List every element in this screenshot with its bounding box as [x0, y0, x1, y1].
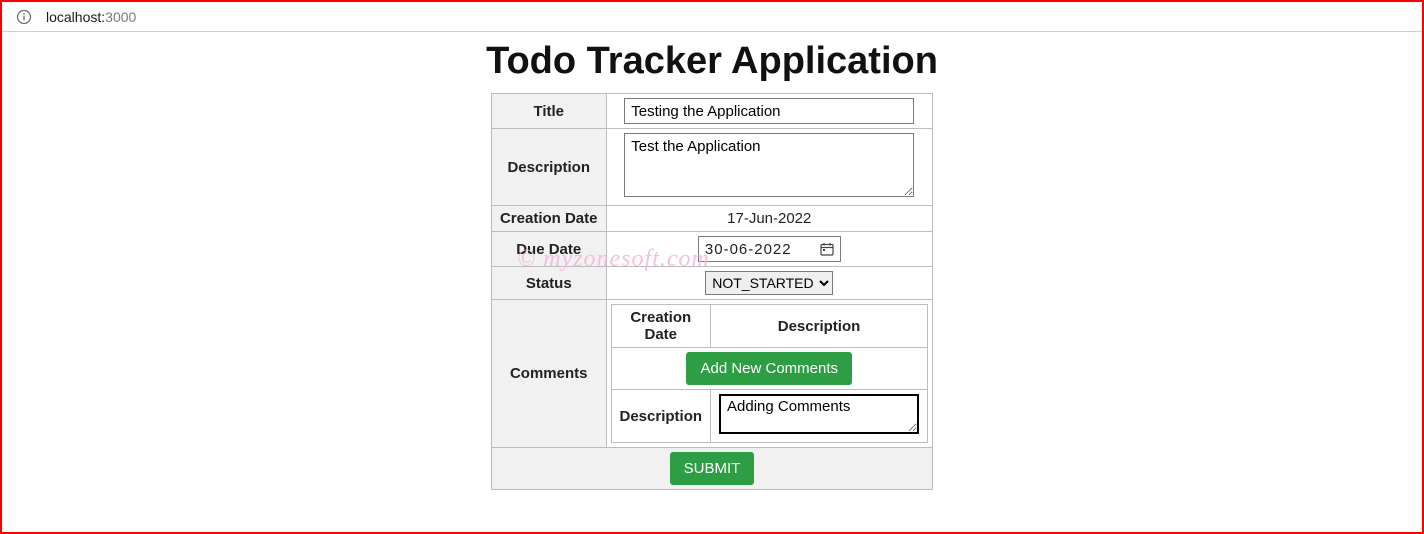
comments-header-creation-date: Creation Date	[611, 305, 711, 348]
comment-desc-label: Description	[611, 390, 711, 443]
todo-form-table: Title Description Creation Date 17-Jun-2…	[491, 93, 933, 490]
due-date-value: 30-06-2022	[705, 241, 792, 258]
browser-url[interactable]: localhost:3000	[46, 9, 136, 25]
label-title: Title	[491, 94, 606, 129]
title-input[interactable]	[624, 98, 914, 124]
add-new-comments-button[interactable]: Add New Comments	[686, 352, 852, 385]
page-content: Todo Tracker Application Title Descripti…	[2, 32, 1422, 490]
label-due-date: Due Date	[491, 232, 606, 267]
info-icon	[16, 9, 32, 25]
browser-address-bar: localhost:3000	[2, 2, 1422, 32]
label-creation-date: Creation Date	[491, 206, 606, 232]
label-comments: Comments	[491, 300, 606, 448]
browser-url-host: localhost:	[46, 9, 105, 25]
page-title: Todo Tracker Application	[486, 40, 938, 83]
comment-description-textarea[interactable]	[719, 394, 919, 434]
submit-button[interactable]: SUBMIT	[670, 452, 755, 485]
label-status: Status	[491, 267, 606, 300]
comments-table: Creation Date Description Add New Commen…	[611, 304, 929, 443]
calendar-icon[interactable]	[820, 242, 834, 256]
creation-date-value: 17-Jun-2022	[606, 206, 933, 232]
description-textarea[interactable]	[624, 133, 914, 197]
status-select[interactable]: NOT_STARTED	[705, 271, 833, 295]
label-description: Description	[491, 129, 606, 206]
browser-url-port: 3000	[105, 9, 136, 25]
comments-header-description: Description	[711, 305, 928, 348]
due-date-input[interactable]: 30-06-2022	[698, 236, 841, 262]
